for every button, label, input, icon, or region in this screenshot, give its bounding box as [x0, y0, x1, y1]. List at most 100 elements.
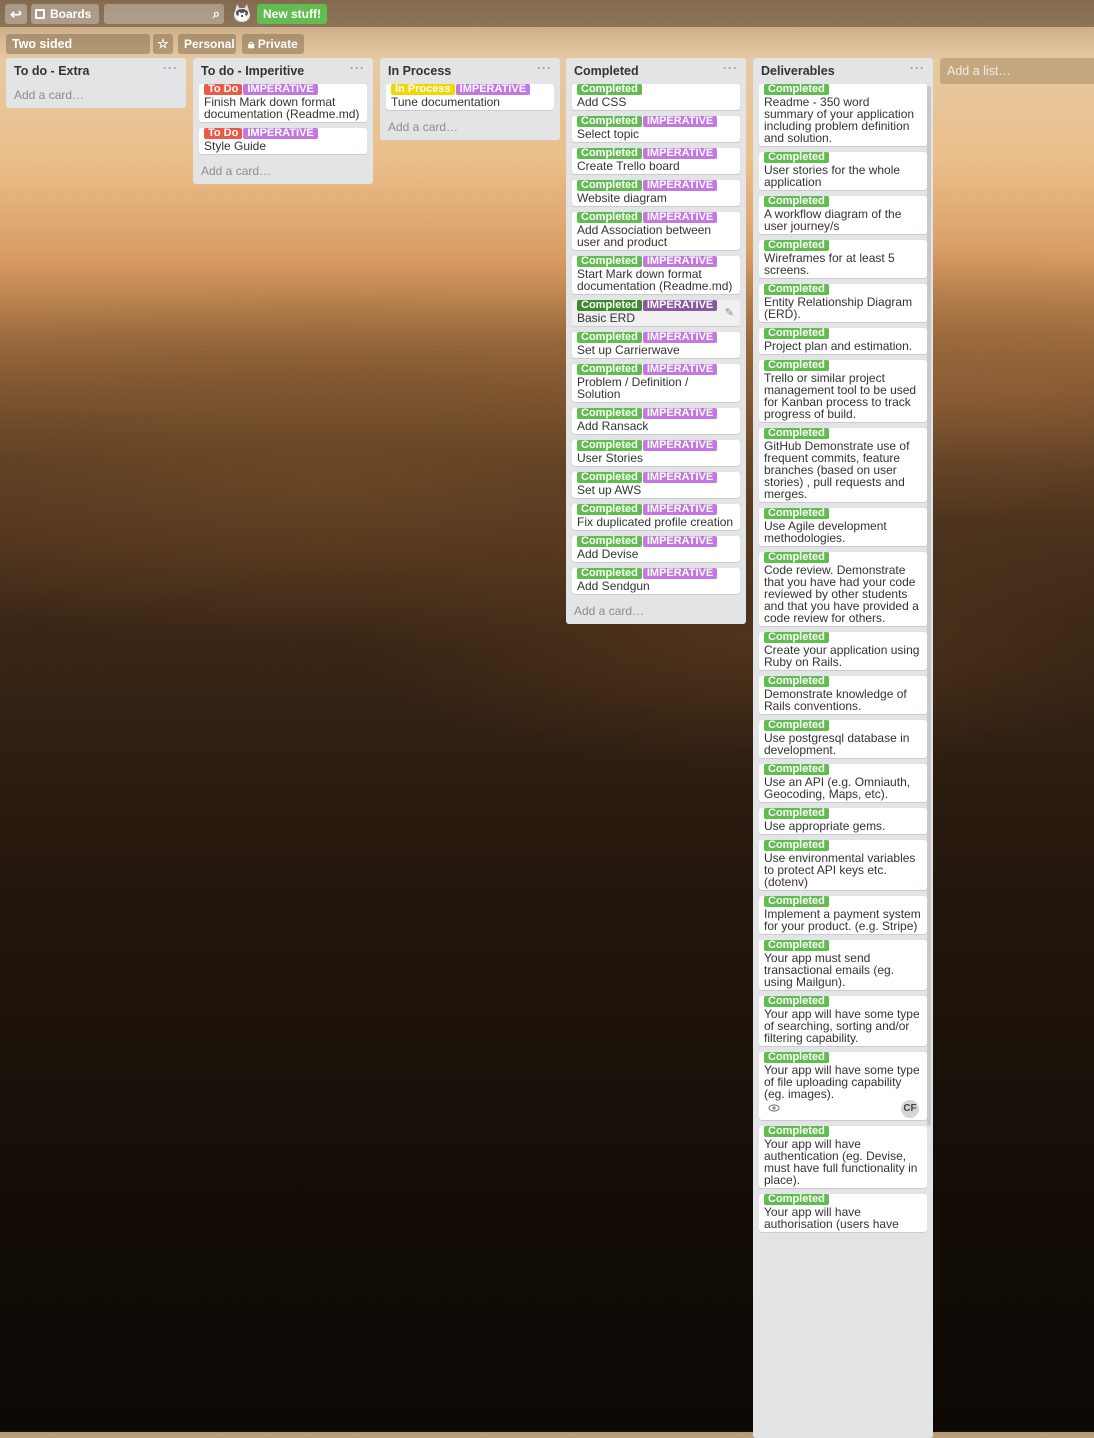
search-icon[interactable]: ⌕ — [213, 4, 220, 24]
card-list: Completed Add CSS Completed IMPERATIVE Selec… — [566, 84, 746, 594]
card[interactable]: Completed Use postgresql database in deve… — [759, 720, 927, 758]
card[interactable]: Completed IMPERATIVE Add Ransack — [572, 408, 740, 434]
list-menu-icon[interactable]: ··· — [723, 55, 738, 81]
card-label: IMPERATIVE — [642, 364, 718, 375]
card[interactable]: Completed IMPERATIVE Select topic — [572, 116, 740, 142]
card[interactable]: Completed Implement a payment system for … — [759, 896, 927, 934]
list-menu-icon[interactable]: ··· — [537, 55, 552, 81]
new-stuff-button[interactable]: New stuff! — [257, 4, 327, 24]
card[interactable]: Completed A workflow diagram of the user … — [759, 196, 927, 234]
card[interactable]: Completed IMPERATIVE User Stories — [572, 440, 740, 466]
card[interactable]: Completed Readme - 350 word summary of yo… — [759, 84, 927, 146]
card[interactable]: Completed Trello or similar project manag… — [759, 360, 927, 422]
edit-card-icon[interactable]: ✎ — [725, 306, 734, 319]
husky-logo-icon[interactable] — [231, 2, 253, 24]
visibility-button[interactable]: 🔒︎ Private — [242, 34, 304, 54]
boards-button[interactable]: Boards — [31, 4, 99, 24]
list-header[interactable]: In Process ··· — [380, 58, 560, 84]
card[interactable]: Completed IMPERATIVE Start Mark down forma… — [572, 256, 740, 294]
card[interactable]: To Do IMPERATIVE Style Guide — [199, 128, 367, 154]
member-avatar[interactable]: CF — [901, 1100, 919, 1118]
card[interactable]: Completed Entity Relationship Diagram (ER… — [759, 284, 927, 322]
card[interactable]: In Process IMPERATIVE Tune documentation — [386, 84, 554, 110]
card-label: Completed — [577, 568, 642, 579]
list-scrollbar[interactable] — [927, 86, 931, 1126]
card[interactable]: Completed GitHub Demonstrate use of frequ… — [759, 428, 927, 502]
card[interactable]: Completed Your app must send transactiona… — [759, 940, 927, 990]
card[interactable]: Completed Project plan and estimation. — [759, 328, 927, 354]
card[interactable]: Completed IMPERATIVE Set up Carrierwave — [572, 332, 740, 358]
card-label: IMPERATIVE — [642, 568, 718, 579]
list-title[interactable]: Completed — [574, 64, 639, 78]
add-card-button[interactable]: Add a card… — [380, 116, 560, 140]
card-label: IMPERATIVE — [642, 180, 718, 191]
card[interactable]: Completed IMPERATIVE Set up AWS — [572, 472, 740, 498]
card-label: Completed — [764, 552, 829, 563]
card-title: Use Agile development methodologies. — [764, 519, 887, 545]
search-input[interactable]: ⌕ — [104, 4, 224, 24]
list-header[interactable]: To do - Extra ··· — [6, 58, 186, 84]
team-button[interactable]: Personal — [178, 34, 236, 54]
list-menu-icon[interactable]: ··· — [910, 58, 925, 81]
card[interactable]: Completed Your app will have authorisatio… — [759, 1194, 927, 1232]
card[interactable]: Completed Create your application using R… — [759, 632, 927, 670]
list-1: To do - Imperitive ··· To Do IMPERATIVE Fini… — [193, 58, 373, 184]
card[interactable]: Completed IMPERATIVE Create Trello board — [572, 148, 740, 174]
card-label: Completed — [764, 152, 829, 163]
card[interactable]: Completed Your app will have some type of… — [759, 1052, 927, 1120]
card-title: Your app will have some type of searchin… — [764, 1007, 920, 1045]
star-board-button[interactable]: ☆ — [153, 34, 173, 54]
card[interactable]: Completed User stories for the whole appl… — [759, 152, 927, 190]
card[interactable]: Completed Your app will have some type of… — [759, 996, 927, 1046]
board-title[interactable]: Two sided marketplace — [6, 34, 150, 71]
list-title[interactable]: To do - Imperitive — [201, 64, 304, 78]
card-title: Fix duplicated profile creation — [577, 515, 734, 529]
card[interactable]: Completed IMPERATIVE Fix duplicated profil… — [572, 504, 740, 530]
card[interactable]: Completed IMPERATIVE Add Association betwe… — [572, 212, 740, 250]
add-card-button[interactable]: Add a card… — [193, 160, 373, 184]
card[interactable]: Completed Use appropriate gems. — [759, 808, 927, 834]
card-label: IMPERATIVE — [642, 440, 718, 451]
list-menu-icon[interactable]: ··· — [350, 55, 365, 81]
card-label: Completed — [764, 764, 829, 775]
card[interactable]: Completed Use Agile development methodolo… — [759, 508, 927, 546]
card-label: Completed — [764, 1052, 829, 1063]
card-title: Code review. Demonstrate that you have h… — [764, 563, 919, 625]
card-label: Completed — [577, 472, 642, 483]
lock-icon: 🔒︎ — [248, 37, 255, 51]
card[interactable]: Completed Use environmental variables to … — [759, 840, 927, 890]
card-title: Your app will have authorisation (users … — [764, 1205, 899, 1231]
list-title[interactable]: In Process — [388, 64, 451, 78]
card-label: Completed — [764, 240, 829, 251]
card[interactable]: Completed Use an API (e.g. Omniauth, Geoc… — [759, 764, 927, 802]
back-button[interactable]: ↩ — [5, 4, 27, 24]
list-menu-icon[interactable]: ··· — [163, 55, 178, 81]
list-header[interactable]: Completed ··· — [566, 58, 746, 84]
card[interactable]: Completed IMPERATIVE Website diagram — [572, 180, 740, 206]
card[interactable]: Completed Code review. Demonstrate that y… — [759, 552, 927, 626]
card[interactable]: Completed Wireframes for at least 5 scree… — [759, 240, 927, 278]
add-card-button[interactable]: Add a card… — [566, 600, 746, 624]
add-card-button[interactable]: Add a card… — [6, 84, 186, 108]
card-title: Problem / Definition / Solution — [577, 375, 689, 401]
card[interactable]: Completed IMPERATIVE Basic ERD ✎ — [572, 300, 740, 326]
list-title[interactable]: To do - Extra — [14, 64, 89, 78]
card-title: Add Devise — [577, 547, 639, 561]
card-label: Completed — [764, 428, 829, 439]
card[interactable]: Completed IMPERATIVE Add Devise — [572, 536, 740, 562]
card-label: Completed — [577, 536, 642, 547]
add-list-button[interactable]: Add a list… — [940, 58, 1094, 84]
list-header[interactable]: Deliverables ··· — [753, 58, 933, 84]
card-label: IMPERATIVE — [243, 84, 318, 95]
card[interactable]: Completed Demonstrate knowledge of Rails … — [759, 676, 927, 714]
card-label: In Process — [391, 84, 455, 95]
card[interactable]: Completed IMPERATIVE Add Sendgun — [572, 568, 740, 594]
list-title[interactable]: Deliverables — [761, 64, 835, 78]
card-label: Completed — [577, 212, 642, 223]
card[interactable]: Completed IMPERATIVE Problem / Definition … — [572, 364, 740, 402]
card[interactable]: Completed Your app will have authenticati… — [759, 1126, 927, 1188]
card[interactable]: Completed Add CSS — [572, 84, 740, 110]
card[interactable]: To Do IMPERATIVE Finish Mark down format d… — [199, 84, 367, 122]
card-title: Your app will have some type of file upl… — [764, 1063, 920, 1101]
list-header[interactable]: To do - Imperitive ··· — [193, 58, 373, 84]
